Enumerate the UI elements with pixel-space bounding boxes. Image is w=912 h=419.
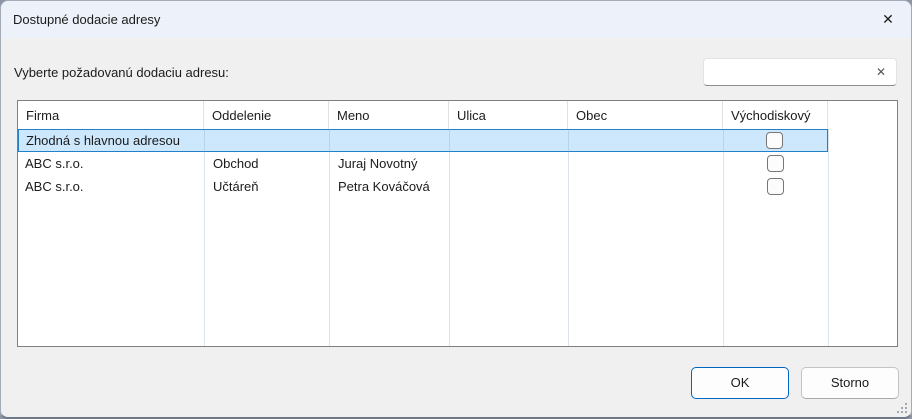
cell-meno: Petra Kováčová	[329, 175, 449, 198]
column-header-obec[interactable]: Obec	[568, 101, 723, 129]
cell-firma: ABC s.r.o.	[18, 175, 204, 198]
cell-oddelenie: Učtáreň	[204, 175, 329, 198]
cell-firma: ABC s.r.o.	[18, 152, 204, 175]
close-button[interactable]: ✕	[865, 1, 911, 37]
ok-button[interactable]: OK	[691, 367, 789, 399]
window-title: Dostupné dodacie adresy	[1, 12, 160, 27]
address-table: Firma Oddelenie Meno Ulica Obec Východis…	[17, 100, 898, 347]
cell-obec	[568, 130, 723, 151]
default-checkbox[interactable]	[767, 178, 784, 195]
cell-ulica	[449, 130, 568, 151]
prompt-label: Vyberte požadovanú dodaciu adresu:	[14, 65, 229, 80]
cell-vychodiskovy	[723, 175, 828, 198]
column-header-firma[interactable]: Firma	[18, 101, 204, 129]
close-icon: ✕	[882, 11, 894, 28]
cell-meno	[329, 130, 449, 151]
column-header-vychodiskovy[interactable]: Východiskový	[723, 101, 828, 129]
table-row-obchod[interactable]: ABC s.r.o. Obchod Juraj Novotný	[18, 152, 828, 175]
default-checkbox[interactable]	[766, 132, 783, 149]
clear-search-icon[interactable]: ✕	[876, 66, 886, 78]
delivery-address-dialog: Dostupné dodacie adresy ✕ Vyberte požado…	[0, 0, 912, 419]
cell-meno: Juraj Novotný	[329, 152, 449, 175]
cell-ulica	[449, 152, 568, 175]
search-box: ✕	[703, 58, 897, 86]
table-header: Firma Oddelenie Meno Ulica Obec Východis…	[18, 101, 897, 129]
cancel-button[interactable]: Storno	[801, 367, 899, 399]
column-header-ulica[interactable]: Ulica	[449, 101, 568, 129]
column-header-filler	[828, 101, 897, 129]
table-row-uctaren[interactable]: ABC s.r.o. Učtáreň Petra Kováčová	[18, 175, 828, 198]
resize-grip-icon[interactable]	[897, 403, 899, 405]
column-header-oddelenie[interactable]: Oddelenie	[204, 101, 329, 129]
cell-obec	[568, 152, 723, 175]
title-bar: Dostupné dodacie adresy ✕	[1, 1, 911, 38]
cell-vychodiskovy	[722, 130, 827, 151]
default-checkbox[interactable]	[767, 155, 784, 172]
column-header-meno[interactable]: Meno	[329, 101, 449, 129]
cell-obec	[568, 175, 723, 198]
cell-vychodiskovy	[723, 152, 828, 175]
column-separator	[828, 129, 829, 346]
cell-oddelenie	[205, 130, 330, 151]
cell-ulica	[449, 175, 568, 198]
cell-firma: Zhodná s hlavnou adresou	[19, 130, 205, 151]
cell-oddelenie: Obchod	[204, 152, 329, 175]
search-input[interactable]	[710, 59, 868, 85]
table-row-main-address[interactable]: Zhodná s hlavnou adresou	[18, 129, 828, 152]
